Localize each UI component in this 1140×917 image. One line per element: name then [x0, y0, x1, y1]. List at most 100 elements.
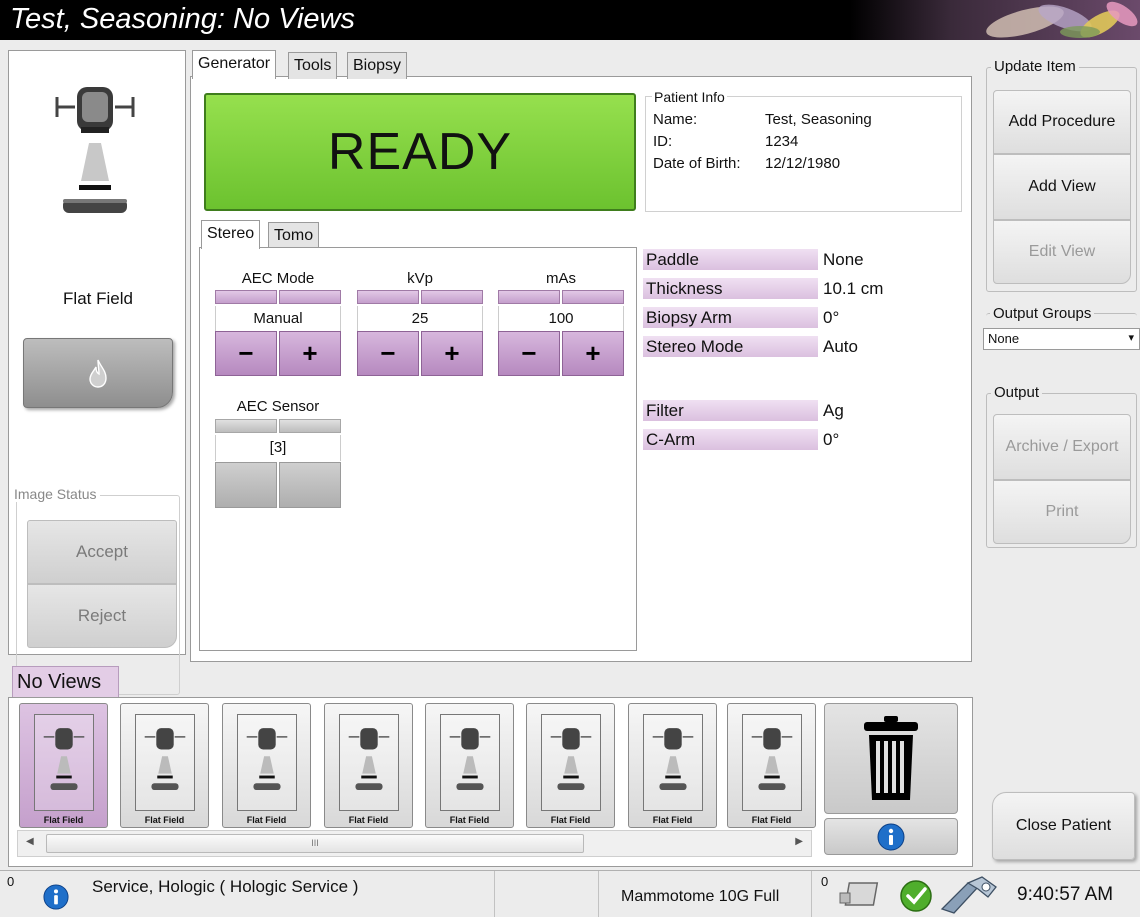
- detector-icon[interactable]: [836, 879, 888, 911]
- param-label: Thickness: [643, 278, 818, 299]
- param-label: C-Arm: [643, 429, 818, 450]
- ready-status: READY: [204, 93, 636, 211]
- edit-view-button[interactable]: Edit View: [993, 220, 1131, 284]
- output-groups-group: Output Groups: [986, 305, 1137, 327]
- param-row-biopsy-arm: Biopsy Arm 0°: [643, 307, 973, 329]
- window-title: Test, Seasoning: No Views: [10, 3, 355, 35]
- aec-sensor-value: [3]: [215, 435, 341, 461]
- param-value: Ag: [823, 401, 844, 420]
- kvp-label: kVp: [407, 270, 433, 287]
- output-groups-legend: Output Groups: [990, 305, 1095, 322]
- tube-device-icon: [34, 714, 94, 811]
- view-thumbnail[interactable]: Flat Field: [727, 703, 816, 828]
- aec-mode-label: AEC Mode: [241, 270, 315, 287]
- patient-info-group: Patient Info Name: Test, Seasoning ID: 1…: [645, 89, 962, 212]
- tab-tools[interactable]: Tools: [288, 52, 338, 79]
- mas-label: mAs: [546, 270, 576, 287]
- image-status-group: Image Status Accept Reject: [11, 486, 180, 695]
- exposure-button[interactable]: [23, 338, 173, 408]
- patient-name-label: Name:: [653, 111, 698, 128]
- aec-sensor-down-button[interactable]: [215, 462, 277, 508]
- tools-icon[interactable]: [938, 875, 1000, 915]
- aec-mode-plus-button[interactable]: +: [279, 331, 341, 376]
- tube-device-icon: [440, 714, 500, 811]
- kvp-plus-button[interactable]: +: [421, 331, 483, 376]
- status-empty-segment: [495, 871, 599, 917]
- tab-stereo[interactable]: Stereo: [201, 220, 261, 249]
- flower-decoration-icon: [850, 0, 1140, 40]
- param-value: 0°: [823, 430, 840, 449]
- check-icon[interactable]: [898, 879, 934, 913]
- aec-sensor-down-button-right[interactable]: [279, 462, 341, 508]
- archive-export-button[interactable]: Archive / Export: [993, 414, 1131, 480]
- mas-bar-left: [498, 290, 560, 304]
- aec-mode-bar-left: [215, 290, 277, 304]
- output-groups-selected: None: [988, 331, 1020, 346]
- param-row-filter: Filter Ag: [643, 400, 973, 422]
- view-thumbnail[interactable]: Flat Field: [526, 703, 615, 828]
- view-thumbnail-label: Flat Field: [348, 815, 389, 825]
- param-label: Paddle: [643, 249, 818, 270]
- view-thumbnail[interactable]: Flat Field: [628, 703, 717, 828]
- aec-sensor-label: AEC Sensor: [236, 398, 320, 415]
- tube-device-icon: [237, 714, 297, 811]
- tube-device-icon: [135, 714, 195, 811]
- views-strip: Flat Field Flat Field Flat Field Flat Fi…: [8, 697, 973, 867]
- mas-plus-button[interactable]: +: [562, 331, 624, 376]
- tab-generator[interactable]: Generator: [192, 50, 277, 79]
- views-scrollbar[interactable]: ◀ III ▶: [17, 830, 812, 857]
- aec-mode-bar-right: [279, 290, 341, 304]
- trash-icon: [864, 715, 918, 800]
- mas-minus-button[interactable]: −: [498, 331, 560, 376]
- reject-button[interactable]: Reject: [27, 584, 177, 648]
- tab-tomo[interactable]: Tomo: [268, 222, 320, 249]
- aec-sensor-up-button[interactable]: [215, 419, 277, 433]
- mas-value: 100: [498, 306, 624, 331]
- view-thumbnail[interactable]: Flat Field: [425, 703, 514, 828]
- add-procedure-button[interactable]: Add Procedure: [993, 90, 1131, 154]
- kvp-minus-button[interactable]: −: [357, 331, 419, 376]
- patient-id-label: ID:: [653, 133, 673, 150]
- aec-mode-minus-button[interactable]: −: [215, 331, 277, 376]
- kvp-bar-right: [421, 290, 483, 304]
- param-value: 10.1 cm: [823, 279, 884, 298]
- update-item-legend: Update Item: [991, 58, 1079, 75]
- patient-id-value: 1234: [765, 133, 799, 150]
- view-thumbnail[interactable]: Flat Field: [19, 703, 108, 828]
- update-item-group: Update Item Add Procedure Add View Edit …: [986, 58, 1137, 292]
- views-header: No Views: [12, 666, 119, 698]
- param-row-stereo-mode: Stereo Mode Auto: [643, 336, 973, 358]
- flame-icon: [89, 359, 107, 388]
- param-label: Biopsy Arm: [643, 307, 818, 328]
- view-info-button[interactable]: [824, 818, 958, 855]
- scroll-left-arrow-icon[interactable]: ◀: [26, 836, 34, 847]
- patient-name-value: Test, Seasoning: [765, 111, 872, 128]
- add-view-button[interactable]: Add View: [993, 154, 1131, 220]
- close-patient-button[interactable]: Close Patient: [992, 792, 1135, 860]
- view-thumbnail-label: Flat Field: [550, 815, 591, 825]
- image-status-legend: Image Status: [11, 486, 100, 502]
- status-user-segment: 0 Service, Hologic ( Hologic Service ): [0, 871, 495, 917]
- delete-view-button[interactable]: [824, 703, 958, 814]
- info-icon[interactable]: [43, 884, 69, 910]
- view-thumbnail[interactable]: Flat Field: [222, 703, 311, 828]
- aec-sensor-up-button-right[interactable]: [279, 419, 341, 433]
- param-value: Auto: [823, 337, 858, 356]
- status-time: 9:40:57 AM: [1017, 884, 1114, 905]
- output-groups-select[interactable]: None ▾: [983, 328, 1140, 350]
- title-bar: Test, Seasoning: No Views: [0, 0, 1140, 40]
- mas-bar-right: [562, 290, 624, 304]
- print-button[interactable]: Print: [993, 480, 1131, 544]
- scroll-right-arrow-icon[interactable]: ▶: [795, 836, 803, 847]
- view-thumbnail-label: Flat Field: [246, 815, 287, 825]
- patient-info-legend: Patient Info: [652, 89, 727, 105]
- aec-mode-value: Manual: [215, 306, 341, 331]
- tab-biopsy[interactable]: Biopsy: [347, 52, 408, 79]
- view-thumbnail[interactable]: Flat Field: [120, 703, 209, 828]
- scrollbar-thumb[interactable]: III: [46, 834, 584, 853]
- view-label: Flat Field: [63, 289, 133, 308]
- view-thumbnail-label: Flat Field: [449, 815, 490, 825]
- view-thumbnail[interactable]: Flat Field: [324, 703, 413, 828]
- status-device: Mammotome 10G Full: [621, 888, 780, 905]
- accept-button[interactable]: Accept: [27, 520, 177, 584]
